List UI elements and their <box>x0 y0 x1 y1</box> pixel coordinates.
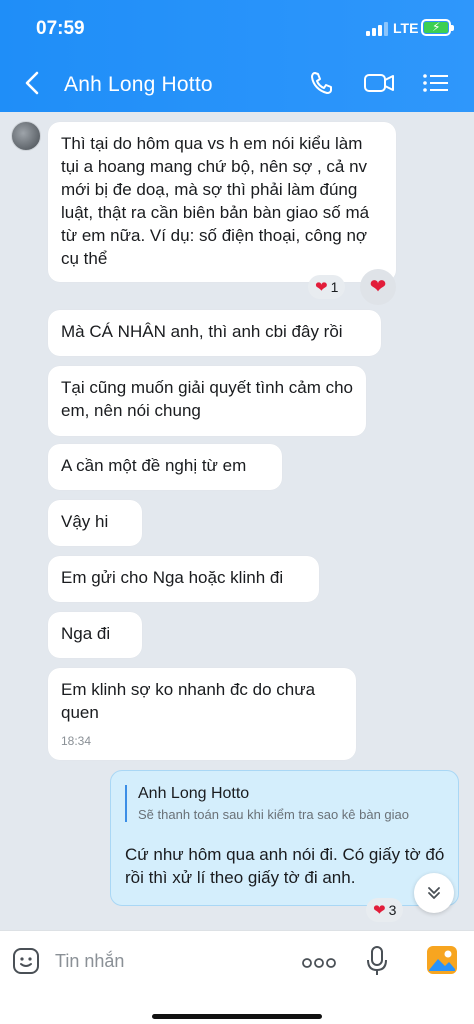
message-bubble[interactable]: Vậy hi <box>48 500 142 546</box>
reaction-badge[interactable]: ❤ 1 <box>308 275 346 299</box>
message-text: A cần một đề nghị từ em <box>61 456 247 475</box>
message-text: Vậy hi <box>61 512 109 531</box>
message-text: Thì tại do hôm qua vs h em nói kiểu làm … <box>61 134 370 268</box>
header-bar: 07:59 LTE ⚡ Anh Long Hotto <box>0 0 474 112</box>
sticker-icon[interactable] <box>12 947 40 975</box>
message-text: Em klinh sợ ko nhanh đc do chưa quen <box>61 680 316 722</box>
status-time: 07:59 <box>36 18 85 39</box>
quoted-message[interactable]: Anh Long Hotto Sẽ thanh toán sau khi kiể… <box>125 785 409 822</box>
quote-author: Anh Long Hotto <box>138 785 250 802</box>
heart-icon: ❤ <box>369 276 387 298</box>
message-text: Cứ như hôm qua anh nói đi. Có giấy tờ đó… <box>125 845 445 887</box>
message-text: Mà CÁ NHÂN anh, thì anh cbi đây rồi <box>61 322 343 341</box>
heart-icon: ❤ <box>373 901 386 919</box>
message-bubble[interactable]: Tại cũng muốn giải quyết tình cảm cho em… <box>48 366 366 436</box>
message-input[interactable]: Tin nhắn <box>55 951 124 972</box>
microphone-icon[interactable] <box>366 945 388 977</box>
quote-text: Sẽ thanh toán sau khi kiểm tra sao kê bà… <box>138 807 410 822</box>
scroll-down-button[interactable] <box>414 873 454 913</box>
menu-list-icon[interactable] <box>420 68 454 98</box>
battery-icon: ⚡ <box>421 19 454 36</box>
composer-bar: Tin nhắn <box>0 930 474 1024</box>
image-icon[interactable] <box>426 945 458 975</box>
signal-icon <box>366 22 388 36</box>
reaction-badge[interactable]: ❤ 3 <box>366 898 404 922</box>
message-bubble[interactable]: Nga đi <box>48 612 142 658</box>
back-icon[interactable] <box>22 70 44 96</box>
message-bubble[interactable]: Mà CÁ NHÂN anh, thì anh cbi đây rồi <box>48 310 381 356</box>
sent-message-bubble[interactable]: Anh Long Hotto Sẽ thanh toán sau khi kiể… <box>110 770 459 906</box>
message-text: Tại cũng muốn giải quyết tình cảm cho em… <box>61 378 353 420</box>
message-text: Nga đi <box>61 624 111 643</box>
video-call-icon[interactable] <box>362 68 396 98</box>
double-chevron-down-icon <box>428 887 440 899</box>
home-indicator <box>152 1014 322 1019</box>
phone-icon[interactable] <box>306 68 340 98</box>
message-time: 18:34 <box>61 734 92 748</box>
avatar[interactable] <box>11 121 41 151</box>
reaction-count: 3 <box>388 902 397 918</box>
more-icon[interactable] <box>302 957 336 969</box>
page-title[interactable]: Anh Long Hotto <box>64 73 213 97</box>
heart-icon: ❤ <box>315 278 328 296</box>
message-bubble[interactable]: Em gửi cho Nga hoặc klinh đi <box>48 556 319 602</box>
message-bubble[interactable]: Thì tại do hôm qua vs h em nói kiểu làm … <box>48 122 396 282</box>
reaction-count: 1 <box>330 279 339 295</box>
message-text: Em gửi cho Nga hoặc klinh đi <box>61 568 284 587</box>
message-bubble[interactable]: A cần một đề nghị từ em <box>48 444 282 490</box>
react-button[interactable]: ❤ <box>360 269 396 305</box>
network-label: LTE <box>393 20 419 36</box>
message-bubble[interactable]: Em klinh sợ ko nhanh đc do chưa quen 18:… <box>48 668 356 760</box>
